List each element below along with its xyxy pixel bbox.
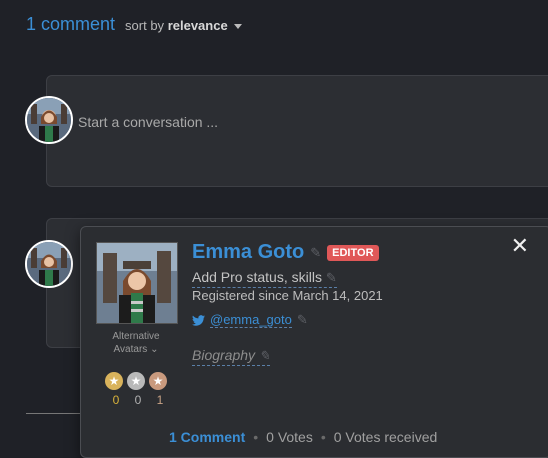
edit-pencil-icon: ✎ — [325, 270, 337, 285]
comment-composer[interactable] — [46, 75, 548, 187]
sort-value: relevance — [167, 18, 228, 33]
silver-star-icon: ★ — [127, 372, 145, 390]
avatar[interactable] — [25, 240, 73, 288]
avatar[interactable] — [25, 96, 73, 144]
twitter-link[interactable]: @emma_goto ✎ — [192, 312, 308, 328]
user-profile-popup: ✕ Alternative Avatars ⌄ Emma Goto ✎ EDIT… — [80, 226, 548, 458]
edit-pencil-icon[interactable]: ✎ — [310, 245, 321, 261]
composer-placeholder[interactable]: Start a conversation ... — [78, 114, 218, 130]
headline-field[interactable]: Add Pro status, skills ✎ — [192, 269, 337, 288]
divider — [26, 413, 86, 414]
votes-count: 0 Votes — [266, 429, 313, 445]
edit-pencil-icon: ✎ — [296, 312, 308, 327]
headline-text: Add Pro status, skills — [192, 269, 322, 285]
close-icon[interactable]: ✕ — [511, 235, 529, 257]
name-row: Emma Goto ✎ EDITOR — [192, 241, 379, 264]
user-name[interactable]: Emma Goto — [192, 241, 304, 264]
silver-count: 0 — [134, 393, 142, 407]
editor-badge: EDITOR — [327, 244, 379, 261]
medal-counts: 0 0 1 — [105, 393, 171, 407]
gold-count: 0 — [112, 393, 120, 407]
comment-count: 1 comment — [26, 14, 116, 34]
twitter-icon — [192, 314, 205, 326]
chevron-down-icon — [234, 24, 243, 30]
medals: ★ ★ ★ — [105, 372, 167, 390]
sort-control[interactable]: sort by relevance — [125, 18, 243, 33]
votes-received: 0 Votes received — [333, 429, 438, 445]
comments-header: 1 comment sort by relevance — [26, 14, 243, 35]
avatars-label: Avatars — [113, 344, 148, 355]
user-stats: 1 Comment • 0 Votes • 0 Votes received — [169, 429, 437, 445]
bronze-count: 1 — [156, 393, 164, 407]
biography-field[interactable]: Biography ✎ — [192, 347, 270, 366]
chevron-down-icon: ⌄ — [150, 344, 159, 355]
bronze-star-icon: ★ — [149, 372, 167, 390]
alternative-label: Alternative — [112, 331, 160, 342]
comments-link[interactable]: 1 Comment — [169, 429, 245, 445]
edit-pencil-icon: ✎ — [258, 348, 270, 363]
sort-prefix: sort by — [125, 18, 165, 33]
profile-photo — [96, 242, 178, 324]
alternative-avatars-toggle[interactable]: Alternative Avatars ⌄ — [92, 330, 180, 356]
twitter-handle: @emma_goto — [210, 312, 292, 328]
biography-placeholder: Biography — [192, 347, 256, 363]
separator: • — [320, 429, 326, 445]
registration-date: Registered since March 14, 2021 — [192, 288, 383, 303]
separator: • — [253, 429, 259, 445]
gold-star-icon: ★ — [105, 372, 123, 390]
